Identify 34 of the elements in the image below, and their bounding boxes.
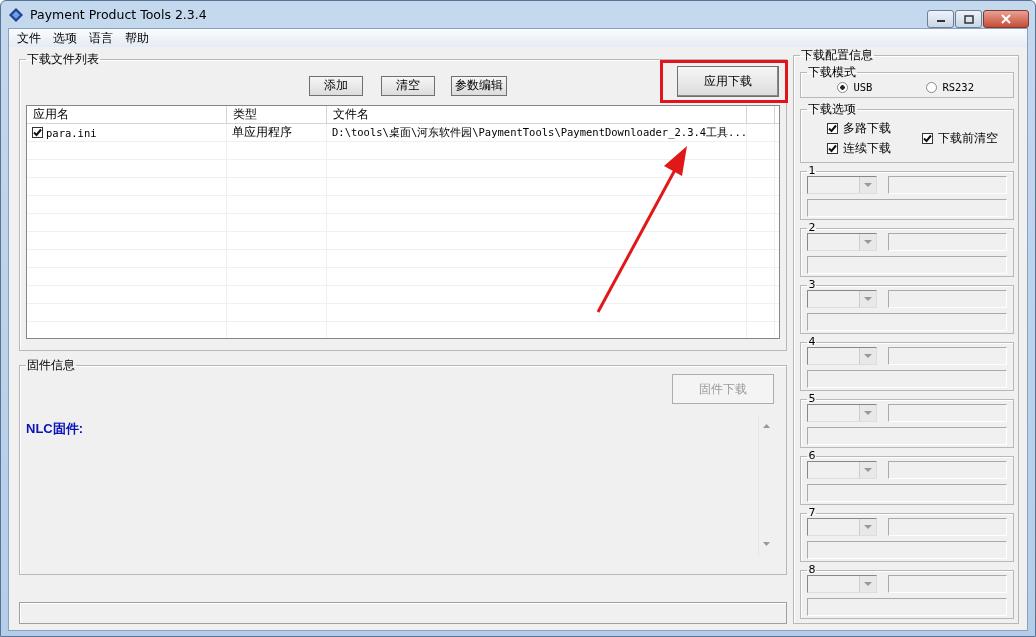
window-title: Payment Product Tools 2.3.4 [30, 7, 207, 22]
checkbox-label: 连续下载 [843, 139, 892, 157]
menu-item[interactable]: 语言 [83, 29, 119, 47]
table-cell: 单应用程序 [232, 124, 292, 141]
group-title: 下载文件列表 [26, 51, 100, 68]
group-title: 下载模式 [807, 64, 858, 81]
slot-number: 4 [807, 337, 817, 347]
menu-item[interactable]: 文件 [11, 29, 47, 47]
slot-number: 3 [807, 280, 817, 290]
firmware-label: NLC固件: [26, 420, 85, 438]
slot-number: 7 [807, 508, 817, 518]
checkbox-label: 下载前清空 [938, 129, 999, 147]
slot-number: 1 [807, 166, 817, 176]
group-title: 下载配置信息 [800, 47, 875, 64]
download-button[interactable]: 应用下载 [677, 66, 780, 97]
menu-item[interactable]: 帮助 [119, 29, 155, 47]
group-title: 固件信息 [26, 357, 76, 374]
toolbar-button[interactable]: 参数编辑 [451, 75, 507, 96]
checkbox-label: 多路下载 [843, 119, 892, 137]
radio-label: RS232 [942, 81, 974, 93]
menu-item[interactable]: 选项 [47, 29, 83, 47]
slot-number: 6 [807, 451, 817, 461]
column-header[interactable]: 文件名 [327, 106, 747, 123]
column-header[interactable]: 应用名 [27, 106, 227, 123]
toolbar-button[interactable]: 添加 [309, 75, 363, 96]
toolbar-button[interactable]: 清空 [381, 75, 435, 96]
group-title: 下载选项 [807, 101, 858, 118]
slot-number: 2 [807, 223, 817, 233]
slot-number: 5 [807, 394, 817, 404]
table-cell: para.ini [46, 126, 97, 139]
radio-label: USB [853, 81, 873, 93]
slot-number: 8 [807, 565, 817, 575]
table-cell: D:\tools\桌面\河东软件园\PaymentTools\PaymentDownloader_2.3.4工具... [332, 125, 748, 140]
column-header[interactable]: 类型 [227, 106, 327, 123]
